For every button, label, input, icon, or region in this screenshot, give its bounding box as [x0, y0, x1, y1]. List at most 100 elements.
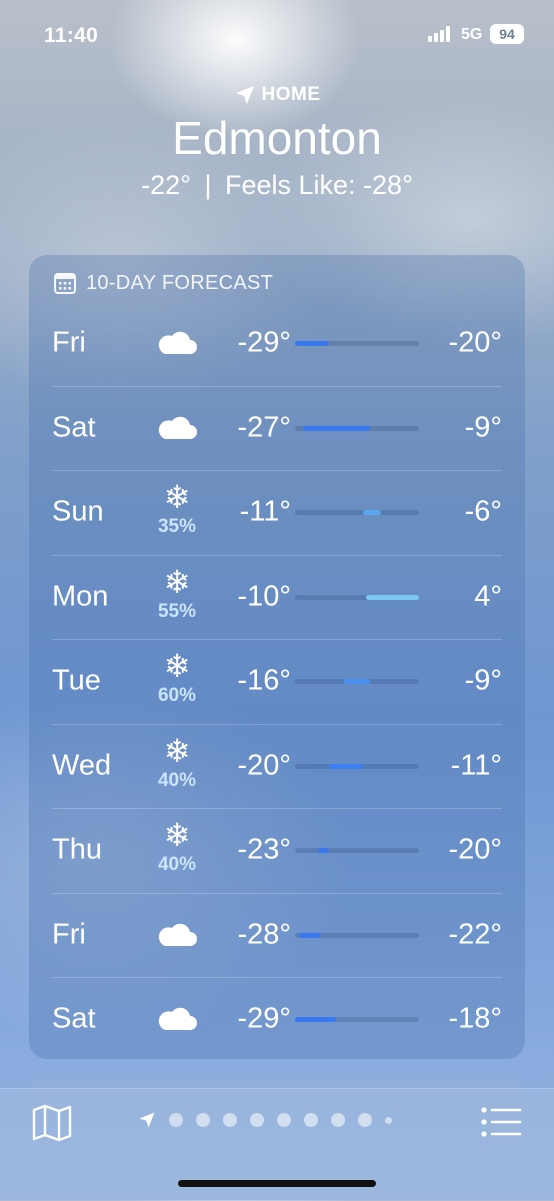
temp-range-fill: [343, 679, 371, 684]
low-temp: -28°: [237, 918, 291, 950]
high-temp: -18°: [448, 1002, 502, 1035]
calendar-icon: [54, 273, 76, 294]
forecast-row[interactable]: Fri -29° -20°: [29, 301, 525, 385]
temp-range-bar: [295, 763, 419, 769]
page-indicator[interactable]: [138, 1111, 392, 1129]
high-temp: -22°: [448, 918, 502, 950]
row-divider: [52, 892, 502, 894]
list-icon[interactable]: [480, 1105, 522, 1139]
page-dot[interactable]: [358, 1113, 372, 1127]
temp-range-fill: [295, 1017, 337, 1022]
page-dot[interactable]: [169, 1113, 183, 1127]
precip-chance: 40%: [157, 854, 197, 875]
forecast-row[interactable]: Tue ❄ 60% -16° -9°: [29, 639, 525, 723]
page-dot[interactable]: [385, 1116, 392, 1124]
ten-day-forecast-card[interactable]: 10-DAY FORECAST Fri -29° -20° Sat -27° -9° Sun…: [29, 255, 525, 1059]
high-temp: -9°: [464, 411, 502, 443]
status-bar: 11:40 5G 94: [0, 0, 554, 64]
network-type: 5G: [461, 26, 483, 43]
status-time: 11:40: [44, 24, 99, 47]
day-label: Fri: [52, 918, 86, 950]
row-divider: [52, 554, 502, 556]
row-divider: [52, 639, 502, 640]
temp-range-bar: [295, 679, 419, 684]
day-label: Sat: [52, 1002, 96, 1035]
low-temp: -27°: [237, 411, 291, 443]
row-divider: [52, 385, 502, 387]
snowflake-glyph: ❄: [163, 816, 191, 854]
low-temp: -11°: [239, 495, 291, 528]
high-temp: 4°: [474, 580, 502, 612]
page-dot[interactable]: [250, 1113, 264, 1127]
page-dot[interactable]: [223, 1113, 237, 1127]
battery-icon: 94: [490, 24, 524, 44]
page-dot[interactable]: [304, 1113, 318, 1127]
temp-range-bar: [295, 510, 419, 515]
page-dot[interactable]: [277, 1113, 291, 1127]
map-icon[interactable]: [32, 1104, 72, 1142]
forecast-row[interactable]: Mon ❄ 55% -10° 4°: [29, 554, 525, 639]
temp-range-fill: [317, 848, 329, 853]
low-temp: -20°: [237, 749, 291, 781]
snowflake-glyph: ❄: [163, 731, 191, 770]
temp-range-fill: [298, 932, 322, 938]
cloud-icon: [154, 413, 200, 443]
forecast-title: 10-DAY FORECAST: [86, 271, 274, 294]
snowflake-icon: ❄ 40%: [154, 818, 200, 876]
low-temp: -10°: [237, 580, 291, 612]
day-label: Tue: [52, 664, 101, 697]
current-conditions: -22° | Feels Like: -28°: [0, 170, 554, 201]
current-temperature: -22°: [141, 170, 191, 200]
forecast-row[interactable]: Sat -29° -18°: [29, 977, 525, 1061]
precip-chance: 35%: [157, 516, 197, 537]
temp-range-bar: [295, 425, 419, 431]
feels-like: Feels Like: -28°: [224, 170, 413, 200]
temp-range-bar: [295, 341, 419, 346]
page-dot[interactable]: [196, 1113, 210, 1127]
temp-range-bar: [295, 1017, 419, 1022]
high-temp: -9°: [464, 664, 502, 697]
temp-range-bar: [295, 594, 419, 600]
forecast-row[interactable]: Fri -28° -22°: [29, 892, 525, 977]
precip-chance: 40%: [157, 769, 197, 791]
location-header: HOME Edmonton -22° | Feels Like: -28°: [0, 84, 554, 201]
snowflake-icon: ❄ 40%: [154, 734, 200, 792]
low-temp: -23°: [237, 833, 291, 866]
temp-range-fill: [362, 510, 382, 515]
snowflake-icon: ❄ 55%: [154, 565, 200, 623]
cellular-signal-icon: [428, 26, 454, 42]
snowflake-icon: ❄ 60%: [154, 649, 200, 707]
snowflake-icon: ❄ 35%: [154, 480, 200, 538]
forecast-row[interactable]: Sun ❄ 35% -11° -6°: [29, 470, 525, 554]
high-temp: -20°: [448, 326, 502, 359]
cloud-icon: [154, 328, 200, 358]
home-indicator[interactable]: [178, 1180, 376, 1187]
snowflake-glyph: ❄: [163, 562, 191, 601]
city-name: Edmonton: [172, 112, 382, 164]
forecast-row[interactable]: Thu ❄ 40% -23° -20°: [29, 808, 525, 892]
current-location-icon: [139, 1112, 155, 1128]
snowflake-glyph: ❄: [163, 647, 191, 685]
low-temp: -16°: [237, 664, 291, 697]
high-temp: -11°: [450, 749, 502, 781]
row-divider: [52, 723, 502, 725]
temp-range-fill: [295, 341, 329, 346]
cloud-icon: [154, 920, 200, 950]
high-temp: -20°: [448, 833, 502, 866]
row-divider: [52, 470, 502, 471]
location-arrow-icon: [235, 85, 254, 105]
day-label: Sun: [52, 495, 104, 528]
temp-range-bar: [295, 848, 419, 853]
day-label: Wed: [52, 749, 112, 781]
forecast-row[interactable]: Wed ❄ 40% -20° -11°: [29, 723, 525, 808]
divider: |: [204, 170, 212, 200]
high-temp: -6°: [464, 495, 502, 528]
low-temp: -29°: [237, 326, 291, 359]
page-dot[interactable]: [331, 1113, 345, 1127]
precip-chance: 60%: [157, 685, 197, 706]
day-label: Mon: [52, 580, 109, 612]
cloud-icon: [154, 1004, 200, 1034]
temp-range-fill: [328, 763, 363, 769]
snowflake-glyph: ❄: [163, 478, 191, 516]
forecast-row[interactable]: Sat -27° -9°: [29, 385, 525, 470]
